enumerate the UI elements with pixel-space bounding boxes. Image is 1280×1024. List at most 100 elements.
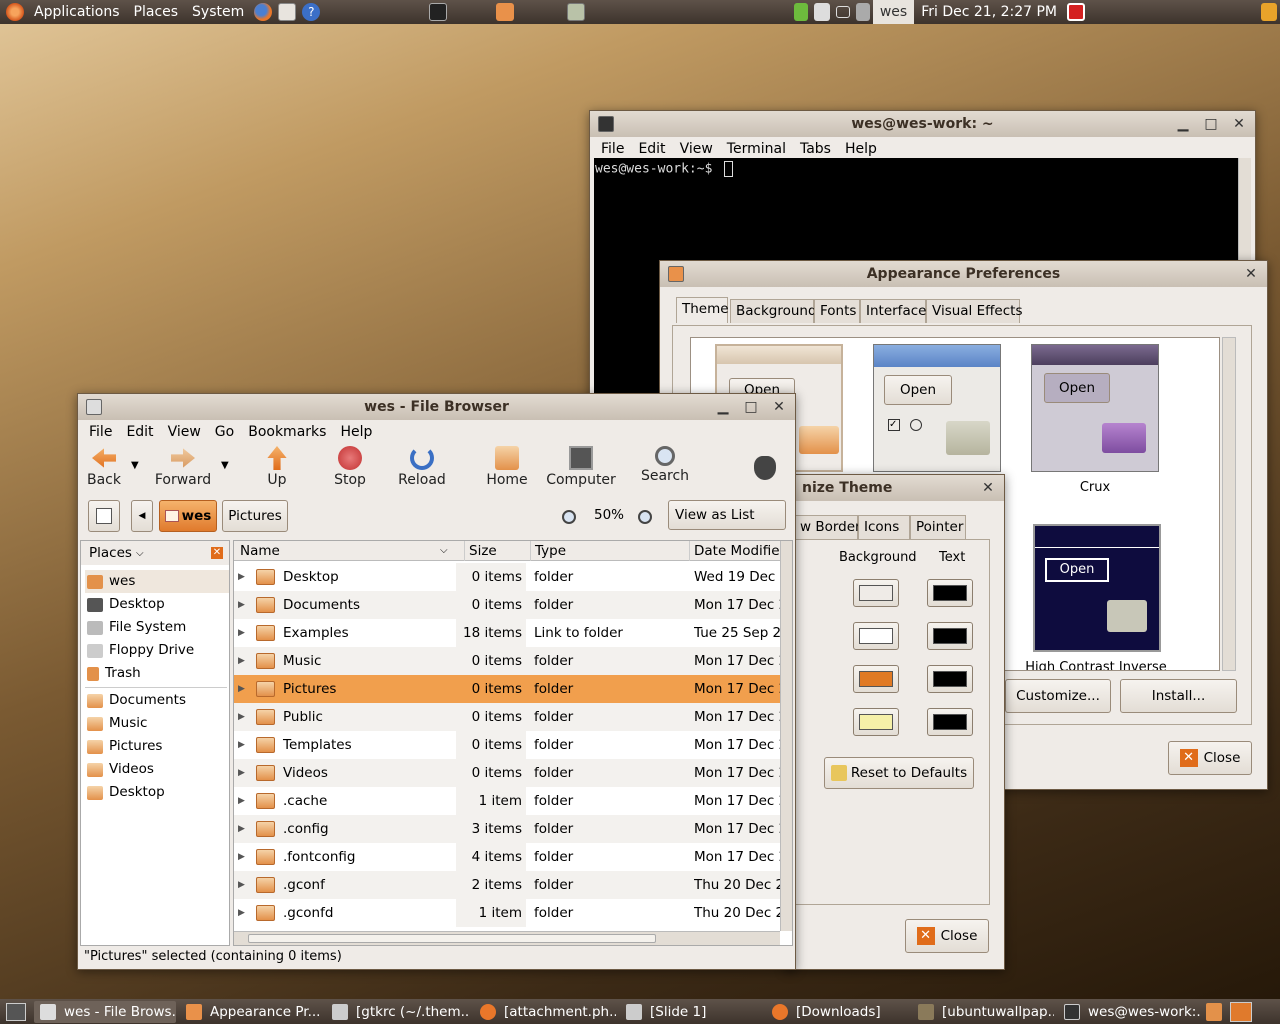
tab-window-border[interactable]: w Border	[794, 515, 861, 539]
menu-bookmarks[interactable]: Bookmarks	[241, 424, 333, 440]
table-row[interactable]: ▶ Public 0 items folder Mon 17 Dec 2	[234, 703, 784, 731]
menu-go[interactable]: Go	[208, 424, 241, 440]
customize-button[interactable]: Customize...	[1005, 679, 1111, 713]
taskbar-item-ubuntuwallpaper[interactable]: [ubuntuwallpap...	[912, 1001, 1054, 1023]
close-icon[interactable]: ✕	[1229, 114, 1249, 134]
trash-applet-icon[interactable]	[1206, 1002, 1222, 1021]
bg-color-selected[interactable]	[853, 665, 899, 693]
place-floppy-drive[interactable]: Floppy Drive	[85, 639, 229, 662]
calculator-launcher-icon[interactable]	[567, 3, 586, 21]
close-icon[interactable]: ✕	[769, 397, 789, 417]
workspace-switcher[interactable]	[1230, 1001, 1252, 1022]
expander-icon[interactable]: ▶	[238, 647, 245, 675]
minimize-icon[interactable]: ▁	[1173, 114, 1193, 134]
places-menu[interactable]: Places	[127, 0, 186, 24]
terminal-menu-file[interactable]: File	[594, 141, 631, 157]
theme-thumb-high-contrast-inverse[interactable]: Open	[1033, 524, 1161, 652]
table-row[interactable]: ▶ .cache 1 item folder Mon 17 Dec 2	[234, 787, 784, 815]
column-header-size[interactable]: Size	[464, 541, 534, 561]
reset-to-defaults-button[interactable]: Reset to Defaults	[824, 757, 974, 789]
table-row[interactable]: ▶ .config 3 items folder Mon 17 Dec 2	[234, 815, 784, 843]
expander-icon[interactable]: ▶	[238, 787, 245, 815]
zoom-out-icon[interactable]	[562, 510, 576, 524]
table-row[interactable]: ▶ Templates 0 items folder Mon 17 Dec 2	[234, 731, 784, 759]
taskbar-item-gtkrc[interactable]: [gtkrc (~/.them...	[326, 1001, 470, 1023]
expander-icon[interactable]: ▶	[238, 563, 245, 591]
expander-icon[interactable]: ▶	[238, 759, 245, 787]
path-button-wes[interactable]: wes	[159, 500, 217, 532]
maximize-icon[interactable]: □	[1201, 114, 1221, 134]
expander-icon[interactable]: ▶	[238, 591, 245, 619]
notification-icon[interactable]	[1261, 3, 1277, 21]
chevron-down-icon[interactable]: ⌵	[136, 548, 144, 559]
zoom-in-icon[interactable]	[638, 510, 652, 524]
volume-muted-icon[interactable]	[855, 3, 870, 21]
appearance-titlebar[interactable]: Appearance Preferences ✕	[660, 261, 1267, 287]
bg-color-tooltip[interactable]	[853, 708, 899, 736]
minimize-icon[interactable]: ▁	[713, 397, 733, 417]
tab-background[interactable]: Background	[730, 299, 817, 323]
theme-thumb-clearlooks[interactable]: Open ✓	[873, 344, 1001, 472]
up-button[interactable]: Up	[262, 446, 292, 488]
clock[interactable]: Fri Dec 21, 2:27 PM	[914, 0, 1064, 24]
taskbar-item-terminal[interactable]: wes@wes-work:...	[1058, 1001, 1200, 1023]
home-button[interactable]: Home	[486, 446, 528, 488]
show-desktop-icon[interactable]	[6, 1002, 26, 1021]
theme-thumb-crux[interactable]: Open	[1031, 344, 1159, 472]
vertical-scrollbar[interactable]	[780, 541, 792, 931]
text-color-tooltip[interactable]	[927, 708, 973, 736]
customize-close-button[interactable]: ✕ Close	[905, 919, 989, 953]
expander-icon[interactable]: ▶	[238, 899, 245, 927]
forward-history-icon[interactable]: ▼	[221, 460, 229, 471]
system-menu[interactable]: System	[185, 0, 251, 24]
bookmark-videos[interactable]: Videos	[85, 758, 229, 781]
theme-list-scrollbar[interactable]	[1222, 337, 1236, 671]
table-row[interactable]: ▶ .gconf2 items folder Thu 20 Dec 20	[234, 871, 784, 899]
column-header-date-modified[interactable]: Date Modified	[689, 541, 789, 561]
taskbar-item-slide[interactable]: [Slide 1]	[620, 1001, 762, 1023]
reload-button[interactable]: Reload	[398, 446, 446, 488]
close-icon[interactable]: ✕	[1241, 264, 1261, 284]
path-scroll-left-button[interactable]: ◀	[131, 500, 153, 532]
menu-help[interactable]: Help	[333, 424, 379, 440]
firefox-icon[interactable]	[254, 3, 273, 21]
table-row[interactable]: ▶ Pictures 0 items folder Mon 17 Dec 2	[234, 675, 784, 703]
bookmark-documents[interactable]: Documents	[85, 689, 229, 712]
terminal-menu-view[interactable]: View	[673, 141, 720, 157]
table-row[interactable]: ▶ .gconfd1 item folder Thu 20 Dec 20	[234, 899, 784, 927]
tab-icons[interactable]: Icons	[858, 515, 910, 539]
text-color-selected[interactable]	[927, 665, 973, 693]
tab-visual-effects[interactable]: Visual Effects	[926, 299, 1022, 323]
table-row[interactable]: ▶ Desktop 0 items folder Wed 19 Dec 2	[234, 563, 784, 591]
network-icon[interactable]	[813, 3, 830, 21]
table-row[interactable]: ▶ .fontconfig 4 items folder Mon 17 Dec 2	[234, 843, 784, 871]
place-trash[interactable]: Trash	[85, 662, 229, 685]
close-icon[interactable]: ✕	[978, 478, 998, 498]
taskbar-item-file-browser[interactable]: wes - File Brows...	[34, 1000, 176, 1023]
search-button[interactable]: Search	[640, 446, 690, 484]
sort-chevron-down-icon[interactable]: ⌵	[440, 541, 448, 561]
path-button-pictures[interactable]: Pictures	[222, 500, 288, 532]
file-browser-titlebar[interactable]: wes - File Browser ▁ □ ✕	[78, 394, 795, 420]
expander-icon[interactable]: ▶	[238, 731, 245, 759]
back-history-icon[interactable]: ▼	[131, 460, 139, 471]
terminal-menu-edit[interactable]: Edit	[631, 141, 672, 157]
battery-icon[interactable]	[793, 3, 808, 21]
text-color-input[interactable]	[927, 622, 973, 650]
column-header-type[interactable]: Type	[530, 541, 690, 561]
menu-edit[interactable]: Edit	[119, 424, 160, 440]
table-row[interactable]: ▶ Examples 18 items Link to folder Tue 25 Se…	[234, 619, 784, 647]
stop-button[interactable]: Stop	[330, 446, 370, 488]
expander-icon[interactable]: ▶	[238, 703, 245, 731]
tab-pointer[interactable]: Pointer	[910, 515, 966, 539]
bg-color-input[interactable]	[853, 622, 899, 650]
shutdown-icon[interactable]	[1067, 3, 1085, 21]
help-icon[interactable]: ?	[302, 3, 321, 21]
text-color-normal[interactable]	[927, 579, 973, 607]
ubuntu-logo-icon[interactable]	[6, 3, 24, 21]
tab-theme[interactable]: Theme	[676, 297, 729, 323]
forward-button[interactable]: Forward	[155, 446, 211, 488]
place-file-system[interactable]: File System	[85, 616, 229, 639]
menu-view[interactable]: View	[161, 424, 208, 440]
bg-color-normal[interactable]	[853, 579, 899, 607]
